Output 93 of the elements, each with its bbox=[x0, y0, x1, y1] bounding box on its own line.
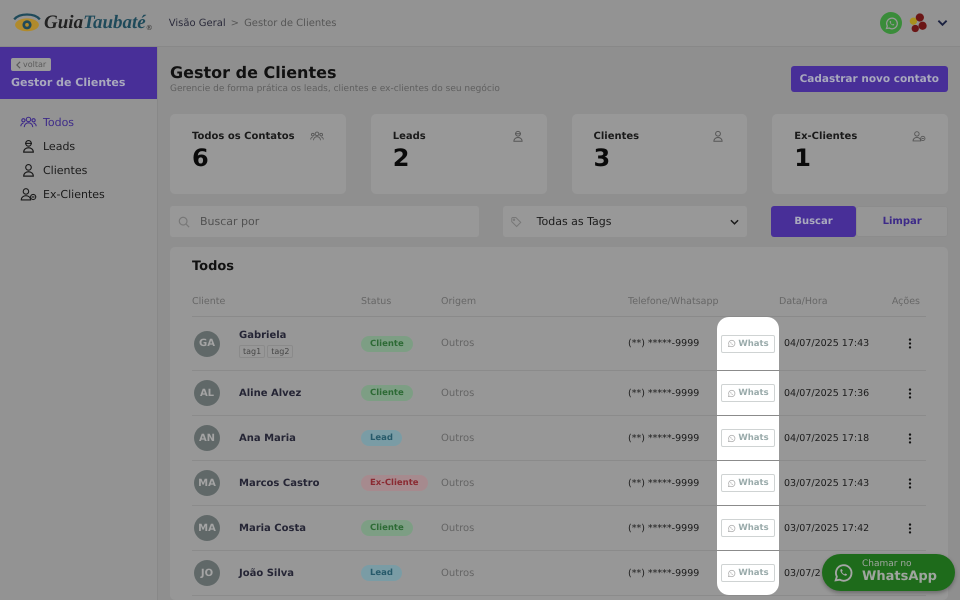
tag-chip: tag2 bbox=[267, 344, 294, 358]
search-button[interactable]: Buscar bbox=[770, 206, 856, 237]
stat-label: Clientes bbox=[594, 130, 640, 142]
phone-cell-text: (**) *****-9999 bbox=[628, 522, 700, 534]
stat-value: 1 bbox=[794, 144, 812, 172]
client-name: João Silva bbox=[239, 568, 294, 578]
user-icon bbox=[20, 163, 37, 177]
phone-cell-text: (**) *****-9999 bbox=[628, 388, 700, 398]
whatsapp-icon bbox=[727, 339, 736, 348]
avatar: AL bbox=[194, 380, 220, 406]
user-icon bbox=[711, 130, 726, 142]
more-options-icon[interactable] bbox=[908, 432, 912, 444]
group-icon bbox=[310, 130, 324, 142]
logo-text: Taubaté bbox=[83, 12, 146, 34]
date-cell-text: 04/07/2025 17:18 bbox=[783, 432, 870, 444]
whatsapp-button[interactable]: Whats bbox=[721, 564, 775, 582]
status-badge: Ex-Cliente bbox=[361, 475, 428, 491]
sidebar-item[interactable]: Ex-Clientes bbox=[20, 187, 157, 201]
client-name: Aline Alvez bbox=[239, 388, 302, 398]
whatsapp-chat-button[interactable]: Chamar no WhatsApp bbox=[822, 554, 955, 591]
new-contact-button[interactable]: Cadastrar novo contato bbox=[790, 66, 948, 92]
client-name: Ana Maria bbox=[239, 432, 296, 444]
date-cell-text: 04/07/2025 17:43 bbox=[783, 338, 870, 349]
client-name: Marcos Castro bbox=[239, 478, 320, 488]
tag-select[interactable]: Todas as Tags bbox=[502, 206, 747, 237]
chevron-down-icon bbox=[730, 218, 739, 224]
page-title: Gestor de Clientes bbox=[170, 63, 338, 82]
date-cell-text: 04/07/2025 17:36 bbox=[783, 388, 870, 398]
status-badge: Cliente bbox=[361, 336, 413, 352]
user-badge-icon bbox=[20, 139, 37, 153]
whatsapp-icon bbox=[727, 478, 736, 488]
chevron-left-icon bbox=[16, 60, 21, 68]
phone-cell-text: (**) *****-9999 bbox=[628, 338, 700, 349]
more-options-icon[interactable] bbox=[908, 388, 912, 398]
more-options-icon[interactable] bbox=[908, 522, 912, 534]
back-button[interactable]: voltar bbox=[11, 58, 52, 71]
clear-button[interactable]: Limpar bbox=[856, 206, 948, 237]
avatar: GA bbox=[194, 330, 220, 356]
client-name: Gabriela bbox=[239, 330, 288, 340]
user-minus-icon bbox=[20, 187, 37, 201]
sidebar-title: Gestor de Clientes bbox=[11, 76, 126, 89]
whatsapp-button[interactable]: Whats bbox=[721, 519, 775, 537]
stat-value: 3 bbox=[594, 144, 612, 172]
more-options-icon[interactable] bbox=[908, 478, 912, 488]
whatsapp-icon bbox=[727, 434, 736, 442]
whatsapp-button[interactable]: Whats bbox=[721, 334, 775, 352]
client-name: Maria Costa bbox=[239, 522, 306, 534]
status-badge: Cliente bbox=[361, 385, 413, 401]
breadcrumb-current: Gestor de Clientes bbox=[244, 18, 336, 28]
stat-label: Leads bbox=[392, 130, 426, 142]
date-cell-text: 03/07/2025 17:42 bbox=[783, 522, 870, 534]
table-title: Todos bbox=[192, 259, 236, 274]
sidebar-item[interactable]: Leads bbox=[20, 139, 157, 153]
whatsapp-icon bbox=[832, 562, 854, 584]
avatar: MA bbox=[194, 470, 220, 496]
whatsapp-icon bbox=[727, 388, 736, 398]
avatar: JO bbox=[194, 560, 220, 586]
avatar: AN bbox=[194, 425, 220, 451]
whatsapp-button[interactable]: Whats bbox=[721, 474, 775, 492]
date-cell-text: 03/07/2025 17:43 bbox=[783, 478, 870, 488]
whatsapp-button[interactable]: Whats bbox=[721, 429, 775, 447]
stat-label: Todos os Contatos bbox=[192, 130, 295, 142]
status-badge: Lead bbox=[361, 430, 402, 446]
breadcrumb-link[interactable]: Visão Geral bbox=[168, 18, 226, 28]
search-field[interactable]: Buscar por bbox=[170, 206, 479, 237]
whatsapp-icon bbox=[884, 16, 898, 30]
whatsapp-button[interactable]: Whats bbox=[721, 384, 775, 402]
phone-cell-text: (**) *****-9999 bbox=[628, 478, 700, 488]
flower-avatar-icon[interactable] bbox=[907, 12, 929, 34]
stat-value: 6 bbox=[192, 144, 210, 172]
whatsapp-icon bbox=[727, 524, 736, 532]
sidebar-item[interactable]: Todos bbox=[20, 115, 157, 129]
logo-text: Guia bbox=[44, 12, 84, 34]
stat-value: 2 bbox=[392, 144, 410, 172]
user-badge-icon bbox=[510, 130, 524, 142]
sidebar-item[interactable]: Clientes bbox=[20, 163, 157, 177]
tag-chip: tag1 bbox=[239, 344, 266, 358]
phone-cell-text: (**) *****-9999 bbox=[628, 432, 700, 444]
breadcrumb-separator: > bbox=[230, 18, 240, 28]
status-badge: Lead bbox=[361, 565, 402, 581]
tag-icon bbox=[510, 216, 523, 228]
group-icon bbox=[20, 115, 37, 129]
stat-label: Ex-Clientes bbox=[794, 130, 858, 142]
registered-mark: ® bbox=[146, 24, 153, 32]
chevron-down-icon[interactable] bbox=[937, 19, 948, 27]
eye-logo-icon bbox=[12, 12, 42, 34]
status-badge: Cliente bbox=[361, 520, 413, 536]
avatar: MA bbox=[194, 515, 220, 541]
whatsapp-icon bbox=[727, 568, 736, 578]
search-icon bbox=[178, 216, 190, 228]
phone-cell-text: (**) *****-9999 bbox=[628, 568, 700, 578]
more-options-icon[interactable] bbox=[908, 338, 912, 349]
user-minus-icon bbox=[912, 130, 926, 142]
